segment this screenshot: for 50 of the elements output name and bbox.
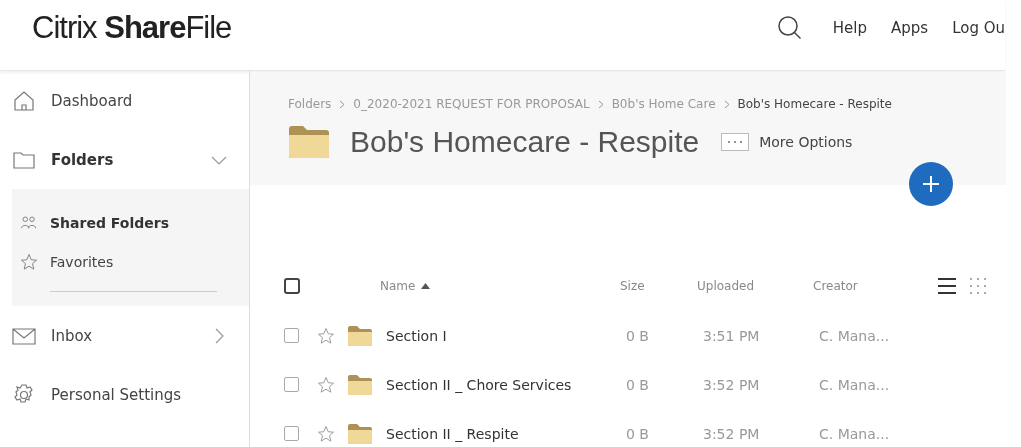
search-icon bbox=[776, 15, 803, 41]
file-name-link[interactable]: Section II _ Respite bbox=[386, 425, 626, 442]
column-header[interactable]: Creator bbox=[813, 279, 937, 293]
star-icon[interactable] bbox=[317, 424, 335, 443]
star-icon bbox=[20, 252, 38, 271]
chevron-icon bbox=[723, 99, 730, 109]
grid-view-button[interactable] bbox=[969, 277, 989, 295]
nav-link[interactable]: Apps bbox=[891, 19, 929, 37]
star-icon[interactable] bbox=[317, 326, 335, 345]
file-name-link[interactable]: Section II _ Chore Services bbox=[386, 376, 626, 393]
sidebar-item[interactable]: Personal Settings bbox=[51, 385, 182, 404]
sidebar-item[interactable]: Dashboard bbox=[51, 91, 133, 110]
chevron-icon bbox=[597, 99, 604, 109]
table-cell-text: 0 B bbox=[626, 376, 650, 393]
table-cell-text: 3:52 PM bbox=[703, 425, 761, 442]
folder-icon bbox=[347, 422, 373, 445]
ellipsis-icon bbox=[727, 140, 744, 144]
nav-link[interactable]: Help bbox=[832, 19, 867, 37]
row-checkbox[interactable] bbox=[284, 377, 299, 392]
add-button[interactable] bbox=[909, 162, 953, 206]
table-cell-text: C. Mana... bbox=[819, 376, 891, 393]
chevron-icon bbox=[339, 99, 346, 109]
sidebar-item[interactable]: Inbox bbox=[51, 326, 93, 345]
sidebar-item[interactable]: Folders bbox=[51, 150, 114, 169]
breadcrumb-link[interactable]: Bob's Homecare - Respite bbox=[737, 97, 892, 111]
nav-link[interactable]: Log Ou bbox=[952, 19, 1005, 37]
folder-icon bbox=[347, 324, 373, 347]
list-view-button[interactable] bbox=[937, 277, 957, 295]
select-all-checkbox[interactable] bbox=[284, 278, 300, 294]
folder-icon bbox=[288, 125, 330, 159]
table-cell-text: 3:52 PM bbox=[703, 376, 761, 393]
table-cell-text: 0 B bbox=[626, 425, 650, 442]
row-checkbox[interactable] bbox=[284, 426, 299, 441]
row-checkbox[interactable] bbox=[284, 328, 299, 343]
folder-icon bbox=[347, 373, 373, 396]
table-cell-text: 0 B bbox=[626, 327, 650, 344]
file-name-link[interactable]: Section I bbox=[386, 327, 626, 344]
column-header[interactable]: Uploaded bbox=[697, 279, 813, 293]
sidebar-item[interactable]: Shared Folders bbox=[50, 214, 169, 231]
plus-icon bbox=[922, 175, 940, 193]
folder-title: Bob's Homecare - Respite bbox=[350, 125, 700, 159]
column-header[interactable]: Name bbox=[380, 279, 416, 293]
table-cell-text: C. Mana... bbox=[819, 425, 891, 442]
sidebar-item[interactable]: Favorites bbox=[50, 253, 114, 270]
column-header[interactable]: Size bbox=[620, 279, 697, 293]
table-cell-text: C. Mana... bbox=[819, 327, 891, 344]
more-options-button[interactable]: More Options bbox=[721, 133, 853, 151]
logo: Citrix ShareFile bbox=[32, 10, 232, 46]
table-cell-text: 3:51 PM bbox=[703, 327, 761, 344]
star-icon[interactable] bbox=[317, 375, 335, 394]
